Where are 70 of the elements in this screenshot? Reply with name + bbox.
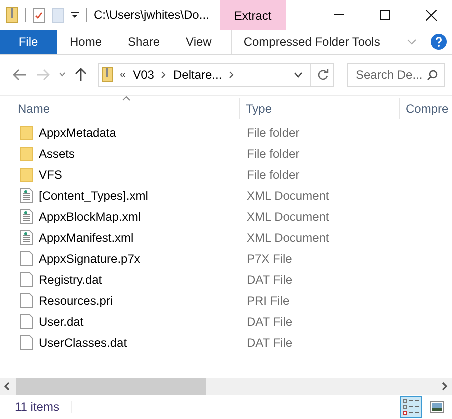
search-icon	[427, 70, 438, 80]
chevron-icon[interactable]	[161, 70, 166, 78]
ribbon-tab[interactable]: Share	[115, 30, 174, 54]
chevron-icon[interactable]	[229, 70, 234, 78]
search-field[interactable]: Search De...	[347, 62, 445, 86]
help-icon[interactable]	[431, 34, 447, 50]
up-icon[interactable]	[75, 68, 87, 82]
window-title: C:\Users\jwhites\Do...	[94, 8, 210, 22]
file-name[interactable]: VFS	[39, 168, 62, 182]
xml-file-icon	[20, 230, 33, 245]
column-header[interactable]: Compre	[400, 98, 452, 119]
folder-icon	[20, 126, 33, 140]
folder-icon	[20, 168, 33, 182]
column-header[interactable]: Name	[0, 98, 240, 119]
file-name[interactable]: AppxBlockMap.xml	[39, 210, 142, 224]
ribbon-tab[interactable]: View	[173, 30, 225, 54]
file-type: P7X File	[246, 252, 292, 266]
file-type: File folder	[246, 168, 300, 182]
file-type: XML Document	[246, 188, 330, 202]
file-name[interactable]: [Content_Types].xml	[39, 188, 148, 202]
folder-icon	[20, 146, 33, 160]
file-name[interactable]: User.dat	[39, 314, 84, 328]
file-name[interactable]: UserClasses.dat	[39, 336, 128, 350]
context-tab-header: Extract	[220, 0, 286, 30]
file-name[interactable]: Resources.pri	[39, 294, 114, 308]
file-type: DAT File	[246, 314, 293, 328]
zip-folder-icon	[102, 67, 113, 82]
file-type: DAT File	[246, 336, 293, 350]
refresh-icon[interactable]	[318, 68, 329, 80]
file-name[interactable]: Assets	[39, 146, 76, 160]
xml-file-icon	[20, 209, 33, 224]
file-icon	[20, 335, 33, 350]
file-type: XML Document	[246, 230, 330, 244]
recent-dropdown-icon[interactable]	[59, 72, 66, 77]
file-type: XML Document	[246, 210, 330, 224]
file-tab[interactable]: File	[0, 30, 57, 54]
horizontal-scrollbar[interactable]	[0, 378, 452, 395]
file-type: File folder	[246, 126, 300, 140]
breadcrumb-item[interactable]: V03	[133, 68, 154, 82]
details-view-icon	[403, 399, 419, 415]
scroll-left-icon[interactable]	[4, 382, 10, 391]
file-icon	[20, 272, 33, 287]
scrollbar-thumb[interactable]	[16, 378, 206, 395]
maximize-icon[interactable]	[380, 10, 390, 20]
sort-up-icon	[122, 96, 131, 101]
file-name[interactable]: AppxManifest.xml	[39, 230, 134, 244]
file-name[interactable]: AppxSignature.p7x	[39, 252, 140, 266]
close-icon[interactable]	[426, 10, 437, 20]
back-icon[interactable]	[13, 68, 27, 80]
scroll-right-icon[interactable]	[442, 382, 448, 391]
item-count: 11 items	[15, 400, 60, 414]
large-icons-view-icon	[430, 401, 444, 413]
file-icon	[20, 251, 33, 266]
file-type: File folder	[246, 146, 300, 160]
zip-folder-icon	[6, 7, 18, 23]
breadcrumb-item[interactable]: Deltare...	[173, 68, 222, 82]
dropdown-icon[interactable]	[71, 11, 79, 19]
dropdown-icon[interactable]	[294, 72, 303, 78]
file-name[interactable]: Registry.dat	[39, 272, 102, 286]
file-icon	[20, 293, 33, 308]
column-header[interactable]: Type	[240, 98, 400, 119]
ribbon-tab[interactable]: Home	[57, 30, 116, 54]
details-view-button[interactable]	[400, 396, 422, 418]
file-name[interactable]: AppxMetadata	[39, 126, 116, 140]
address-bar[interactable]: « V03 Deltare...	[98, 62, 334, 86]
breadcrumb-overflow[interactable]: «	[120, 68, 126, 80]
file-type: DAT File	[246, 272, 293, 286]
file-icon	[20, 314, 33, 329]
file-type: PRI File	[246, 294, 290, 308]
xml-file-icon	[20, 188, 33, 203]
